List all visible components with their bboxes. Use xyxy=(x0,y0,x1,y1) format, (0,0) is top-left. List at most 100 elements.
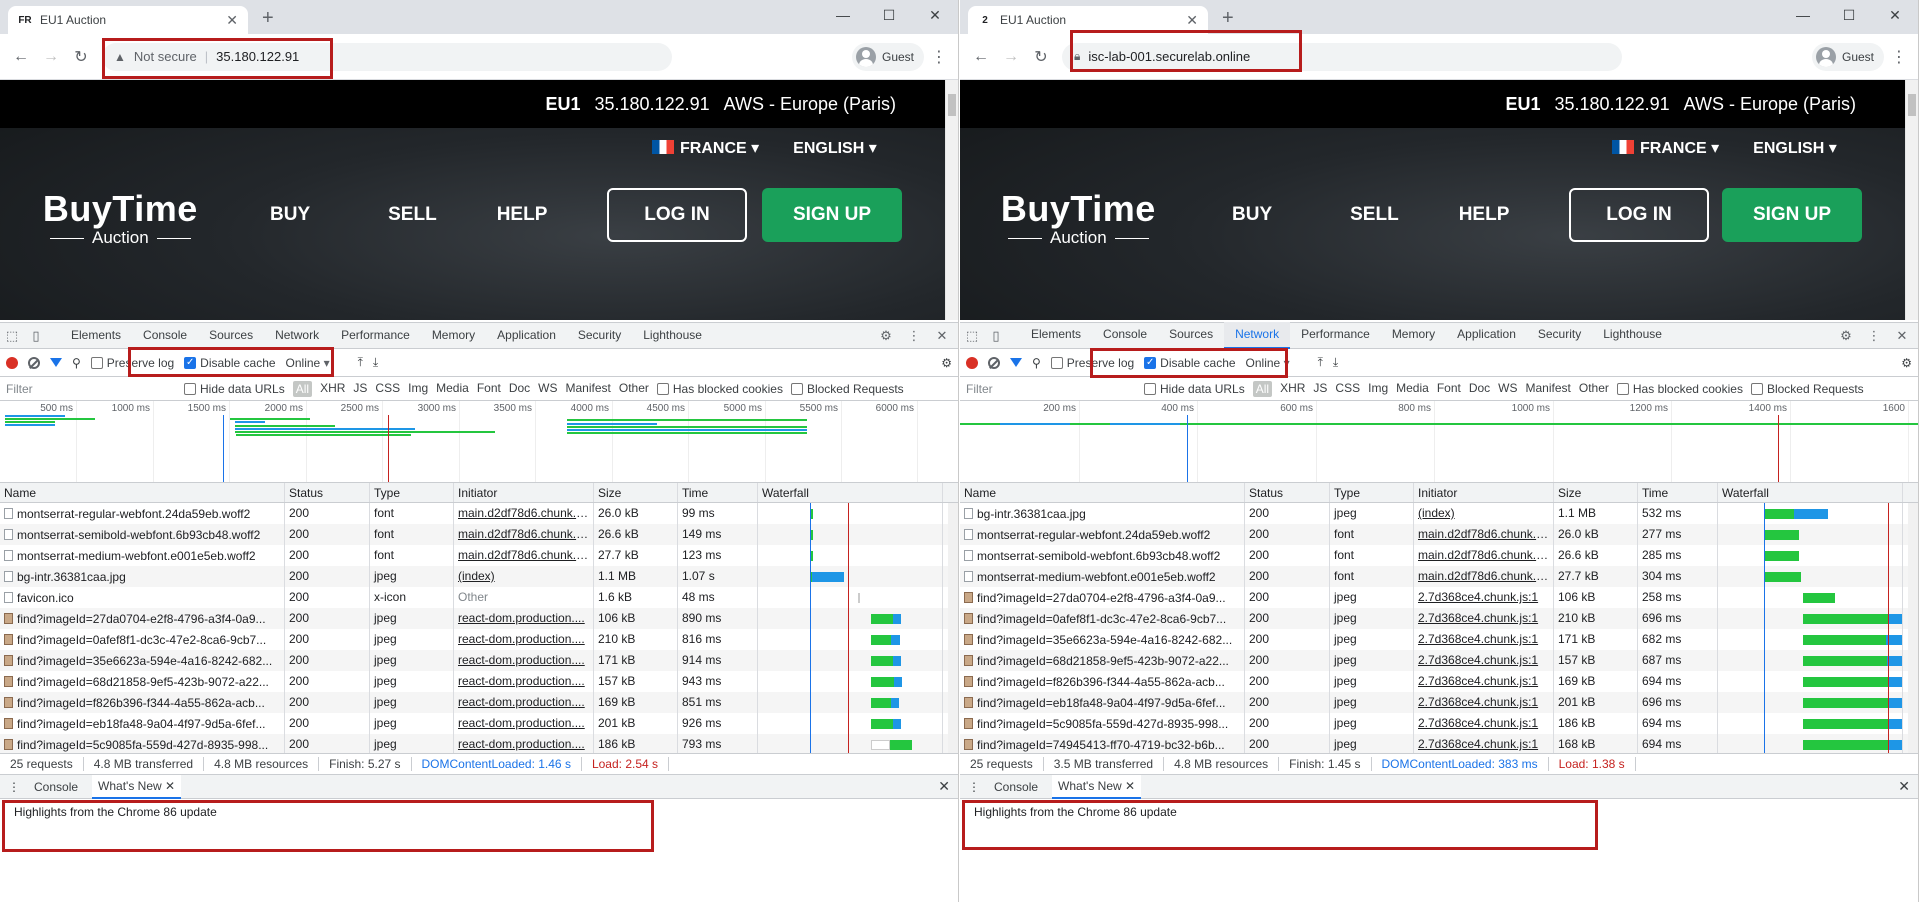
blocked-requests-checkbox[interactable]: Blocked Requests xyxy=(1750,382,1864,396)
scrollbar-thumb[interactable] xyxy=(948,94,956,116)
table-row[interactable]: find?imageId=eb18fa48-9a04-4f97-9d5a-6fe… xyxy=(0,713,958,734)
table-row[interactable]: find?imageId=27da0704-e2f8-4796-a3f4-0a9… xyxy=(0,608,958,629)
forward-icon[interactable]: → xyxy=(998,44,1024,70)
request-name-cell[interactable]: find?imageId=5c9085fa-559d-427d-8935-998… xyxy=(0,734,285,753)
nav-buy[interactable]: BUY xyxy=(1232,204,1272,226)
record-icon[interactable] xyxy=(6,356,18,369)
type-filter-all[interactable]: All xyxy=(1252,380,1273,397)
filter-icon[interactable] xyxy=(1010,358,1022,367)
column-header-name[interactable]: Name xyxy=(960,483,1245,502)
profile-button[interactable]: Guest xyxy=(1811,42,1884,71)
network-settings-icon[interactable]: ⚙ xyxy=(1901,356,1912,370)
nav-buy[interactable]: BUY xyxy=(270,204,310,226)
column-header-type[interactable]: Type xyxy=(370,483,454,502)
type-filter-img[interactable]: Img xyxy=(408,381,428,397)
back-icon[interactable]: ← xyxy=(968,44,994,70)
type-filter-other[interactable]: Other xyxy=(1579,381,1609,397)
devtools-tab-security[interactable]: Security xyxy=(1527,322,1592,349)
type-filter-all[interactable]: All xyxy=(292,380,313,397)
request-init-cell[interactable]: 2.7d368ce4.chunk.js:1 xyxy=(1414,650,1554,671)
table-row[interactable]: find?imageId=5c9085fa-559d-427d-8935-998… xyxy=(960,713,1918,734)
devtools-menu-icon[interactable]: ⋮ xyxy=(902,328,926,344)
table-row[interactable]: find?imageId=f826b396-f344-4a55-862a-acb… xyxy=(0,692,958,713)
type-filter-doc[interactable]: Doc xyxy=(1469,381,1490,397)
request-name-cell[interactable]: find?imageId=f826b396-f344-4a55-862a-acb… xyxy=(960,671,1245,692)
table-row[interactable]: montserrat-semibold-webfont.6b93cb48.wof… xyxy=(0,524,958,545)
request-init-cell[interactable]: react-dom.production.... xyxy=(454,608,594,629)
request-name-cell[interactable]: montserrat-semibold-webfont.6b93cb48.wof… xyxy=(960,545,1245,566)
devtools-tab-security[interactable]: Security xyxy=(567,323,632,348)
import-icon[interactable]: ⤒ xyxy=(1318,355,1323,370)
devtools-tab-application[interactable]: Application xyxy=(486,323,567,348)
type-filter-xhr[interactable]: XHR xyxy=(1280,381,1305,397)
type-filter-other[interactable]: Other xyxy=(619,381,649,397)
signup-button[interactable]: SIGN UP xyxy=(1722,188,1862,242)
blocked-cookies-checkbox[interactable]: Has blocked cookies xyxy=(1616,382,1743,396)
devtools-tab-network[interactable]: Network xyxy=(1224,322,1291,349)
column-header-size[interactable]: Size xyxy=(594,483,678,502)
export-icon[interactable]: ⤓ xyxy=(373,355,378,370)
blocked-requests-checkbox[interactable]: Blocked Requests xyxy=(790,382,904,396)
reload-icon[interactable]: ↻ xyxy=(68,44,94,70)
column-header-name[interactable]: Name xyxy=(0,483,285,502)
request-init-cell[interactable]: react-dom.production.... xyxy=(454,629,594,650)
column-header-type[interactable]: Type xyxy=(1330,483,1414,502)
language-selector[interactable]: ENGLISH ▾ xyxy=(793,138,877,158)
export-icon[interactable]: ⤓ xyxy=(1333,355,1338,370)
request-init-cell[interactable]: (index) xyxy=(1414,503,1554,524)
close-window-icon[interactable]: ✕ xyxy=(912,4,958,26)
site-logo[interactable]: BuyTime Auction xyxy=(1000,188,1157,248)
devtools-menu-icon[interactable]: ⋮ xyxy=(1862,328,1886,344)
browser-menu-icon[interactable]: ⋮ xyxy=(1888,47,1910,67)
request-name-cell[interactable]: bg-intr.36381caa.jpg xyxy=(0,566,285,587)
column-header-initiator[interactable]: Initiator xyxy=(454,483,594,502)
request-name-cell[interactable]: find?imageId=0afef8f1-dc3c-47e2-8ca6-9cb… xyxy=(960,608,1245,629)
blocked-cookies-checkbox[interactable]: Has blocked cookies xyxy=(656,382,783,396)
nav-help[interactable]: HELP xyxy=(1459,204,1510,226)
table-row[interactable]: montserrat-medium-webfont.e001e5eb.woff2… xyxy=(0,545,958,566)
throttle-select[interactable]: Online xyxy=(286,356,330,370)
request-name-cell[interactable]: find?imageId=74945413-ff70-4719-bc32-b6b… xyxy=(960,734,1245,753)
close-window-icon[interactable]: ✕ xyxy=(1872,4,1918,26)
table-row[interactable]: bg-intr.36381caa.jpg 200 jpeg (index) 1.1 MB… xyxy=(960,503,1918,524)
request-name-cell[interactable]: find?imageId=0afef8f1-dc3c-47e2-8ca6-9cb… xyxy=(0,629,285,650)
drawer-tab-console[interactable]: Console xyxy=(994,780,1038,794)
request-name-cell[interactable]: find?imageId=5c9085fa-559d-427d-8935-998… xyxy=(960,713,1245,734)
request-name-cell[interactable]: montserrat-regular-webfont.24da59eb.woff… xyxy=(0,503,285,524)
filter-icon[interactable] xyxy=(50,358,62,367)
request-name-cell[interactable]: montserrat-medium-webfont.e001e5eb.woff2 xyxy=(0,545,285,566)
request-name-cell[interactable]: find?imageId=eb18fa48-9a04-4f97-9d5a-6fe… xyxy=(0,713,285,734)
column-header-time[interactable]: Time xyxy=(1638,483,1718,502)
type-filter-css[interactable]: CSS xyxy=(375,381,400,397)
request-init-cell[interactable]: (index) xyxy=(454,566,594,587)
devtools-tab-network[interactable]: Network xyxy=(264,323,330,348)
drawer-menu-icon[interactable]: ⋮ xyxy=(8,780,20,794)
reload-icon[interactable]: ↻ xyxy=(1028,44,1054,70)
scrollbar-thumb[interactable] xyxy=(1908,94,1916,116)
request-name-cell[interactable]: find?imageId=eb18fa48-9a04-4f97-9d5a-6fe… xyxy=(960,692,1245,713)
devtools-tab-application[interactable]: Application xyxy=(1446,322,1527,349)
request-init-cell[interactable]: react-dom.production.... xyxy=(454,671,594,692)
type-filter-media[interactable]: Media xyxy=(436,381,469,397)
browser-tab[interactable]: 2 EU1 Auction ✕ xyxy=(968,6,1208,34)
devtools-tab-elements[interactable]: Elements xyxy=(60,323,132,348)
hide-data-urls-checkbox[interactable]: Hide data URLs xyxy=(184,382,285,396)
address-bar[interactable]: 🔒︎ isc-lab-001.securelab.online xyxy=(1062,42,1622,71)
search-icon[interactable]: ⚲ xyxy=(1032,356,1041,370)
timeline-overview[interactable]: 200 ms 400 ms 600 ms 800 ms 1000 ms 1200 ms 14… xyxy=(960,401,1918,483)
request-name-cell[interactable]: montserrat-regular-webfont.24da59eb.woff… xyxy=(960,524,1245,545)
request-init-cell[interactable]: 2.7d368ce4.chunk.js:1 xyxy=(1414,587,1554,608)
request-init-cell[interactable]: react-dom.production.... xyxy=(454,713,594,734)
throttle-select[interactable]: Online xyxy=(1246,356,1290,370)
search-icon[interactable]: ⚲ xyxy=(72,356,81,370)
type-filter-xhr[interactable]: XHR xyxy=(320,381,345,397)
request-init-cell[interactable]: 2.7d368ce4.chunk.js:1 xyxy=(1414,734,1554,753)
request-init-cell[interactable]: 2.7d368ce4.chunk.js:1 xyxy=(1414,692,1554,713)
column-header-status[interactable]: Status xyxy=(285,483,370,502)
type-filter-img[interactable]: Img xyxy=(1368,381,1388,397)
request-name-cell[interactable]: find?imageId=27da0704-e2f8-4796-a3f4-0a9… xyxy=(960,587,1245,608)
page-scrollbar[interactable] xyxy=(1905,80,1918,320)
devtools-tab-console[interactable]: Console xyxy=(132,323,198,348)
devtools-tab-lighthouse[interactable]: Lighthouse xyxy=(1592,322,1673,349)
devtools-tab-performance[interactable]: Performance xyxy=(1290,322,1381,349)
